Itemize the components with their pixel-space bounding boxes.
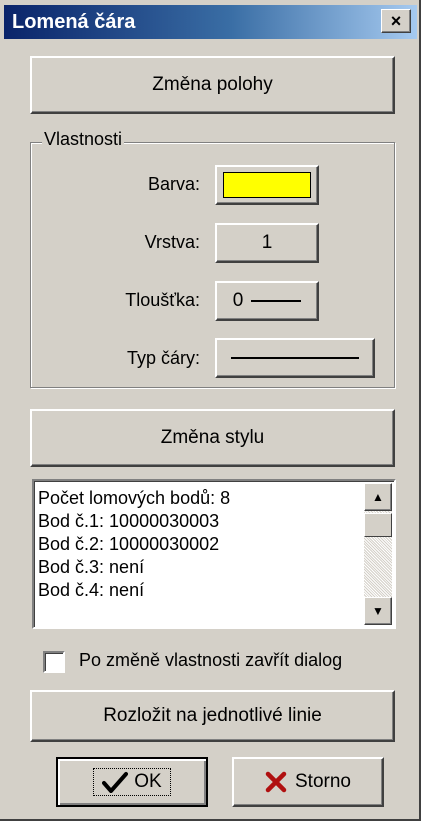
- info-listbox[interactable]: Počet lomových bodů: 8 Bod č.1: 10000030…: [32, 479, 396, 629]
- list-item[interactable]: Počet lomových bodů: 8: [38, 487, 230, 510]
- scrollbar-thumb[interactable]: [364, 513, 392, 537]
- list-item[interactable]: Bod č.1: 10000030003: [38, 510, 230, 533]
- scroll-up-button[interactable]: ▲: [364, 483, 392, 511]
- ok-button[interactable]: OK: [56, 757, 208, 807]
- list-item[interactable]: Bod č.2: 10000030002: [38, 533, 230, 556]
- line-type-sample: [231, 357, 359, 359]
- close-icon: ×: [390, 11, 402, 31]
- color-swatch: [223, 172, 311, 198]
- thickness-label: Tloušťka:: [125, 290, 200, 310]
- list-item[interactable]: Bod č.4: není: [38, 579, 230, 602]
- list-item[interactable]: Bod č.3: není: [38, 556, 230, 579]
- vertical-scrollbar[interactable]: ▲ ▼: [364, 483, 392, 625]
- layer-button[interactable]: 1: [215, 223, 319, 263]
- close-after-change-label[interactable]: Po změně vlastnosti zavřít dialog: [79, 650, 342, 671]
- close-after-change-checkbox[interactable]: [43, 651, 65, 673]
- line-type-button[interactable]: [215, 338, 375, 378]
- ok-focus-rect: OK: [93, 768, 171, 796]
- dialog-window: Lomená čára × Změna polohy Vlastnosti Ba…: [0, 0, 421, 821]
- checkmark-icon: [102, 772, 129, 793]
- properties-group-title: Vlastnosti: [42, 129, 125, 150]
- change-position-button[interactable]: Změna polohy: [30, 56, 395, 114]
- split-lines-label: Rozložit na jednotlivé linie: [103, 705, 322, 726]
- scroll-up-arrow-icon: ▲: [372, 490, 384, 504]
- scroll-down-arrow-icon: ▼: [372, 604, 384, 618]
- change-style-button[interactable]: Změna stylu: [30, 409, 395, 467]
- red-x-icon: [265, 771, 287, 793]
- split-lines-button[interactable]: Rozložit na jednotlivé linie: [30, 690, 395, 742]
- title-bar[interactable]: Lomená čára ×: [4, 5, 417, 39]
- cancel-button[interactable]: Storno: [232, 757, 384, 807]
- cancel-label: Storno: [295, 771, 351, 792]
- window-title: Lomená čára: [12, 11, 136, 33]
- layer-value: 1: [261, 232, 273, 253]
- thickness-value: 0: [232, 290, 244, 311]
- thickness-line-sample: [251, 300, 302, 302]
- change-style-label: Změna stylu: [160, 427, 265, 448]
- color-button[interactable]: [215, 165, 319, 205]
- thickness-button[interactable]: 0: [215, 281, 319, 321]
- scroll-down-button[interactable]: ▼: [364, 597, 392, 625]
- change-position-label: Změna polohy: [152, 74, 273, 95]
- layer-label: Vrstva:: [144, 232, 200, 252]
- color-label: Barva:: [147, 174, 200, 194]
- info-list: Počet lomových bodů: 8 Bod č.1: 10000030…: [38, 487, 230, 602]
- ok-label: OK: [134, 771, 162, 792]
- close-button[interactable]: ×: [381, 9, 411, 33]
- line-type-label: Typ čáry:: [126, 348, 200, 368]
